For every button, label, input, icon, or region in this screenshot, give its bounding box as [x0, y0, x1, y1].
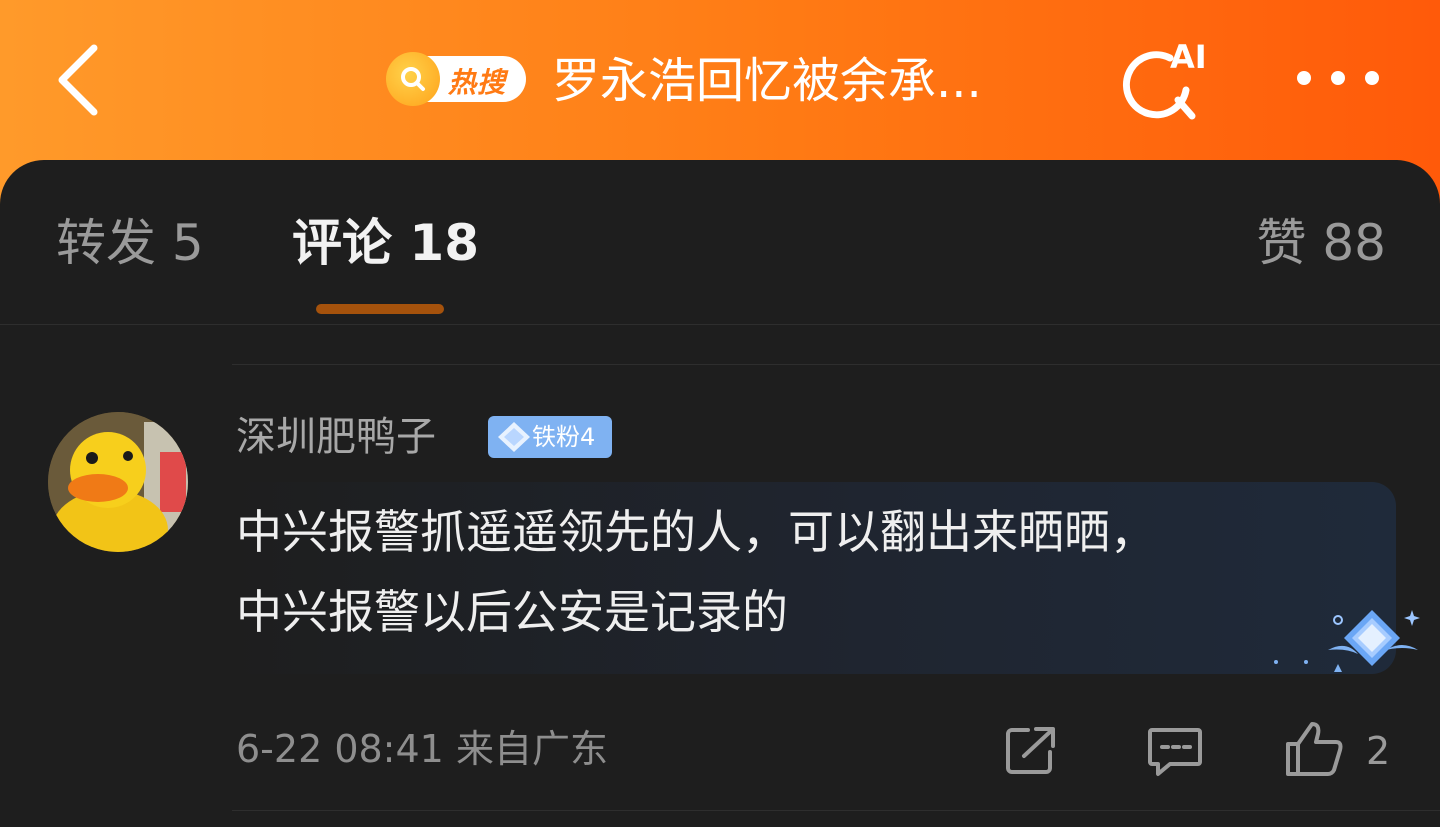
fan-level-badge[interactable]: 铁粉4 [488, 416, 612, 458]
page-title: 罗永浩回忆被余承... [552, 53, 982, 109]
tab-comment[interactable]: 评论 18 [292, 210, 479, 276]
tab-repost[interactable]: 转发 5 [56, 210, 204, 276]
ai-search-icon: AI [1123, 38, 1207, 120]
username[interactable]: 深圳肥鸭子 [236, 410, 436, 464]
back-button[interactable] [48, 40, 108, 120]
more-button[interactable] [1294, 56, 1384, 100]
comment-line-2: 中兴报警以后公安是记录的 [236, 585, 788, 639]
comments-panel: 转发 5 评论 18 赞 88 深圳肥鸭子 铁粉4 中兴报警抓遥遥领先的人，可以… [0, 160, 1440, 827]
comment-date: 6-22 08:41 [236, 727, 444, 771]
tab-bar: 转发 5 评论 18 赞 88 [0, 160, 1440, 324]
active-tab-indicator [316, 304, 444, 314]
reply-icon[interactable] [1146, 724, 1204, 778]
fan-badge-label: 铁粉4 [532, 423, 596, 451]
comment-line-1: 中兴报警抓遥遥领先的人，可以翻出来晒晒， [236, 505, 1156, 559]
ai-search-button[interactable]: AI [1118, 38, 1214, 124]
comment-location: 来自广东 [455, 727, 608, 771]
tabs-divider [0, 324, 1440, 325]
like-count: 2 [1366, 729, 1391, 773]
comment-bottom-separator [232, 810, 1440, 811]
rubber-duck-avatar [48, 412, 188, 552]
comment-meta: 6-22 08:41 来自广东 [236, 722, 608, 776]
hot-search-icon [386, 52, 440, 106]
tab-like[interactable]: 赞 88 [1256, 210, 1386, 276]
chevron-left-icon [58, 44, 98, 116]
share-icon[interactable] [1004, 724, 1060, 776]
top-bar: 热搜 罗永浩回忆被余承... AI [0, 0, 1440, 165]
avatar[interactable] [48, 412, 188, 552]
diamond-decoration-icon [1274, 610, 1420, 672]
comment-separator [232, 364, 1440, 365]
app-screen: 热搜 罗永浩回忆被余承... AI 转发 5 评论 18 赞 88 深圳肥鸭子 … [0, 0, 1440, 827]
diamond-icon [498, 422, 530, 452]
ai-label: AI [1170, 38, 1207, 76]
comment-text: 中兴报警抓遥遥领先的人，可以翻出来晒晒， 中兴报警以后公安是记录的 [236, 492, 1356, 652]
more-dots-icon [1297, 71, 1379, 85]
hot-badge-label: 热搜 [448, 66, 507, 99]
hot-search-badge[interactable]: 热搜 [386, 50, 528, 108]
thumbs-up-icon[interactable] [1284, 720, 1346, 778]
